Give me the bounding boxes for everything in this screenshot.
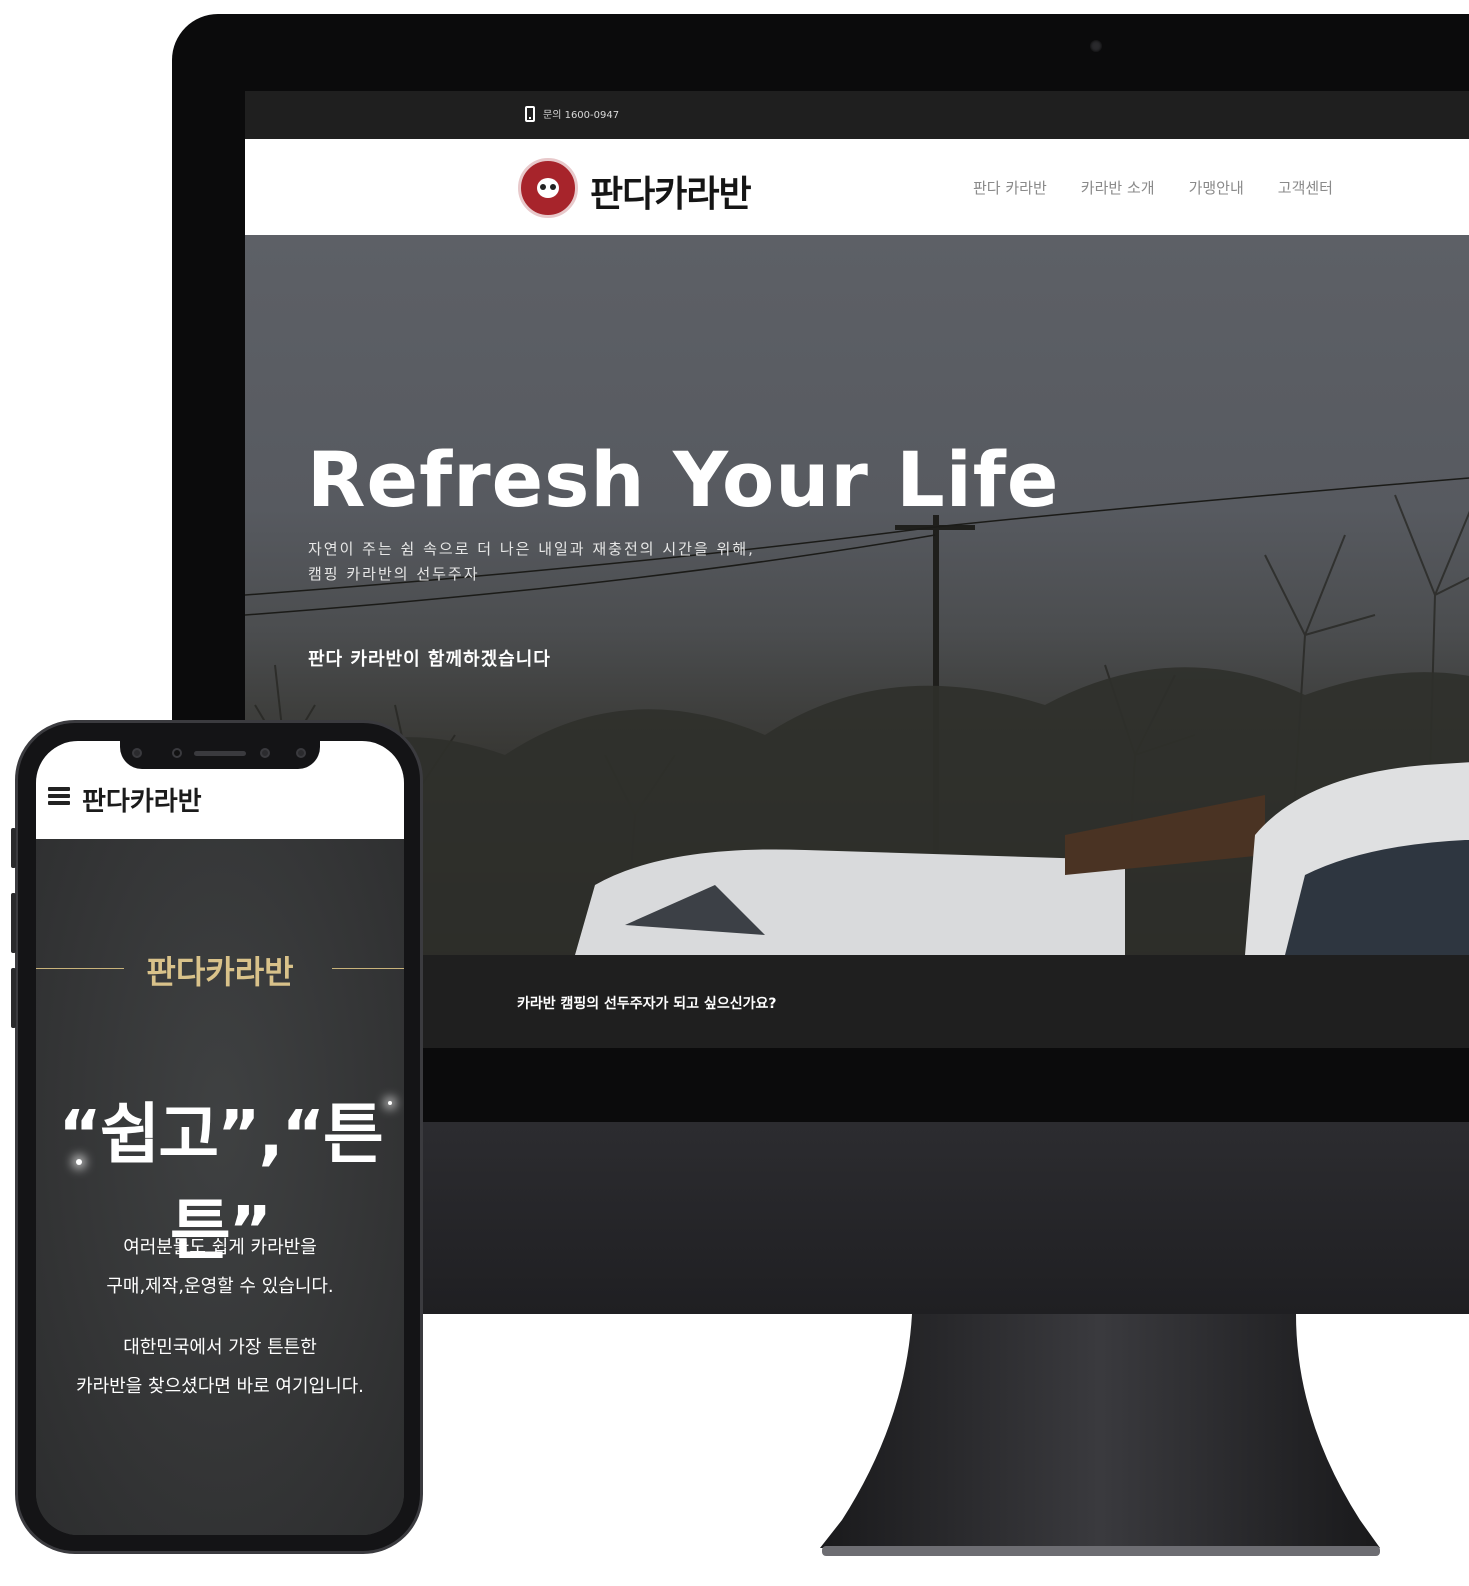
sparkle-icon [388,1101,392,1105]
site-header: 판다카라반 판다 카라반 카라반 소개 가맹안내 고객센터 [245,139,1469,235]
hamburger-menu-icon[interactable] [48,787,70,805]
phone-volume-down-button [11,968,16,1028]
mobile-desc-2: 대한민국에서 가장 튼튼한 카라반을 찾으셨다면 바로 여기입니다. [36,1328,404,1406]
nav-item-franchise[interactable]: 가맹안내 [1189,177,1244,198]
mobile-content: 판다카라반 “쉽고”,“튼튼” 여러분들도 쉽게 카라반을 구매,제작,운영할 … [36,839,404,1535]
top-info-bar: 문의 1600-0947 [245,91,1469,139]
hero-title: Refresh Your Life [307,435,1060,524]
mobile-phone-icon [525,106,535,122]
mobile-phone: 판다카라반 판다카라반 “쉽고”,“튼튼” 여러분들도 쉽게 카라반을 구매,제… [11,720,423,1554]
nav-item-caravan-intro[interactable]: 카라반 소개 [1081,177,1155,198]
promo-band: 카라반 캠핑의 선두주자가 되고 싶으신가요? [245,955,1469,1048]
hero-subtitle-line2: 캠핑 카라반의 선두주자 [308,565,480,583]
hero-tagline: 판다 카라반이 함께하겠습니다 [308,649,551,670]
phone-volume-up-button [11,893,16,953]
mobile-desc-1: 여러분들도 쉽게 카라반을 구매,제작,운영할 수 있습니다. [36,1228,404,1306]
hero-subtitle-line1: 자연이 주는 쉼 속으로 더 나은 내일과 재충전의 시간을 위해, [308,540,755,558]
mobile-desc-2-line1: 대한민국에서 가장 튼튼한 [123,1337,317,1358]
mobile-logo-text[interactable]: 판다카라반 [82,781,202,818]
desktop-screen: 문의 1600-0947 판다카라반 판다 카라반 카라반 소개 가맹안내 고객… [245,91,1469,1048]
phone-mute-button [11,828,16,868]
sparkle-icon [76,1159,82,1165]
sensor-icon [260,748,270,758]
nav-item-panda-caravan[interactable]: 판다 카라반 [973,177,1047,198]
front-camera-icon [172,748,182,758]
hero-subtitle: 자연이 주는 쉼 속으로 더 나은 내일과 재충전의 시간을 위해, 캠핑 카라… [308,537,755,587]
main-nav: 판다 카라반 카라반 소개 가맹안내 고객센터 [973,177,1333,198]
phone-notch [120,741,320,769]
mobile-desc-1-line1: 여러분들도 쉽게 카라반을 [123,1237,317,1258]
panda-logo-icon[interactable] [518,158,578,218]
earpiece-speaker [194,751,246,756]
mobile-desc-1-line2: 구매,제작,운영할 수 있습니다. [106,1276,334,1297]
contact-number[interactable]: 문의 1600-0947 [543,106,619,121]
mobile-desc-2-line2: 카라반을 찾으셨다면 바로 여기입니다. [76,1376,364,1397]
hero-background-image [245,477,1469,955]
mobile-brand-title: 판다카라반 [146,953,294,991]
promo-text: 카라반 캠핑의 선두주자가 되고 싶으신가요? [517,996,777,1012]
hero-banner: Refresh Your Life 자연이 주는 쉼 속으로 더 나은 내일과 … [245,235,1469,955]
webcam-icon [1090,40,1102,52]
sensor-icon [296,748,306,758]
mobile-screen: 판다카라반 판다카라반 “쉽고”,“튼튼” 여러분들도 쉽게 카라반을 구매,제… [36,741,404,1535]
nav-item-customer-center[interactable]: 고객센터 [1278,177,1333,198]
sensor-icon [132,748,142,758]
site-logo-text[interactable]: 판다카라반 [590,165,752,217]
